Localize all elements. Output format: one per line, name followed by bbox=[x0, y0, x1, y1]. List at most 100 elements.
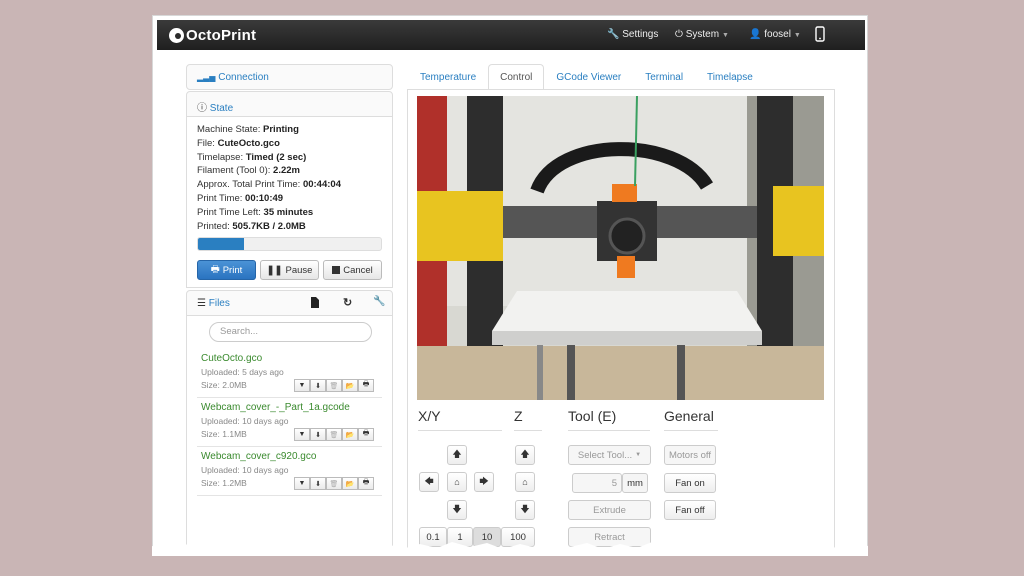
user-menu[interactable]: 👤 foosel ▼ bbox=[749, 29, 801, 40]
jog-x-minus-button[interactable]: 🡄 bbox=[419, 472, 439, 492]
arrow-down-icon: 🡇 bbox=[520, 504, 530, 514]
chevron-down-icon[interactable]: ▼ bbox=[294, 428, 310, 441]
trash-icon[interactable]: 🗑 bbox=[326, 379, 342, 392]
file-actions: ▼ ⬇ 🗑 📂 🖶 bbox=[294, 428, 374, 441]
z-title: Z bbox=[514, 408, 542, 431]
file-item[interactable]: Webcam_cover_-_Part_1a.gcode Uploaded: 1… bbox=[197, 398, 382, 447]
webcam-stream bbox=[417, 96, 824, 400]
new-folder-icon[interactable] bbox=[311, 297, 319, 311]
refresh-icon[interactable]: ↻ bbox=[343, 296, 352, 309]
octoprint-logo-icon bbox=[169, 28, 184, 43]
fan-on-button[interactable]: Fan on bbox=[664, 473, 716, 493]
download-icon[interactable]: ⬇ bbox=[310, 428, 326, 441]
files-panel-header: ☰ Files ↻ 🔧 bbox=[186, 290, 393, 316]
home-icon: ⌂ bbox=[454, 477, 460, 487]
fan-off-button[interactable]: Fan off bbox=[664, 500, 716, 520]
arrow-left-icon: 🡄 bbox=[424, 476, 434, 486]
home-icon: ⌂ bbox=[522, 477, 528, 487]
folder-open-icon[interactable]: 📂 bbox=[342, 428, 358, 441]
home-z-button[interactable]: ⌂ bbox=[515, 472, 535, 492]
xy-title: X/Y bbox=[418, 408, 502, 431]
info-icon: ⓘ bbox=[197, 103, 207, 114]
extrude-amount-input[interactable]: 5 bbox=[572, 473, 622, 493]
tab-gcode-viewer[interactable]: GCode Viewer bbox=[544, 64, 633, 90]
jog-z-minus-button[interactable]: 🡇 bbox=[515, 500, 535, 520]
motors-off-button[interactable]: Motors off bbox=[664, 445, 716, 465]
stop-icon bbox=[332, 266, 341, 274]
chevron-down-icon: ▼ bbox=[722, 32, 729, 39]
select-tool-dropdown[interactable]: Select Tool... ▼ bbox=[568, 445, 651, 465]
folder-open-icon[interactable]: 📂 bbox=[342, 477, 358, 490]
octoprint-window: OctoPrint 🔧 Settings ⏻ System ▼ 👤 foosel ▼… bbox=[152, 15, 868, 556]
file-uploaded: Uploaded: 10 days ago bbox=[201, 465, 289, 475]
chevron-down-icon: ▼ bbox=[793, 32, 801, 39]
control-panel: X/Y Z Tool (E) General 🡅 🡄 ⌂ 🡆 🡇 🡅 ⌂ 🡇 0… bbox=[407, 89, 835, 555]
file-item[interactable]: CuteOcto.gco Uploaded: 5 days ago Size: … bbox=[197, 349, 382, 398]
file-list: CuteOcto.gco Uploaded: 5 days ago Size: … bbox=[197, 349, 382, 496]
file-name[interactable]: Webcam_cover_-_Part_1a.gcode bbox=[201, 402, 382, 413]
pause-icon: ❚❚ bbox=[266, 264, 283, 276]
chevron-down-icon[interactable]: ▼ bbox=[294, 379, 310, 392]
tool-title: Tool (E) bbox=[568, 408, 650, 431]
state-line-machine: Machine State: Printing bbox=[197, 124, 299, 135]
trash-icon[interactable]: 🗑 bbox=[326, 477, 342, 490]
chevron-down-icon: ▼ bbox=[635, 452, 642, 458]
extrude-button[interactable]: Extrude bbox=[568, 500, 651, 520]
wrench-icon[interactable]: 🔧 bbox=[373, 296, 385, 307]
file-actions: ▼ ⬇ 🗑 📂 🖶 bbox=[294, 379, 374, 392]
trash-icon[interactable]: 🗑 bbox=[326, 428, 342, 441]
printer-icon[interactable]: 🖶 bbox=[358, 379, 374, 392]
jog-y-plus-button[interactable]: 🡅 bbox=[447, 445, 467, 465]
state-panel: Machine State: Printing File: CuteOcto.g… bbox=[186, 117, 393, 288]
tab-terminal[interactable]: Terminal bbox=[633, 64, 695, 90]
signal-icon: ▂▃▅ bbox=[197, 73, 216, 82]
power-icon: ⏻ bbox=[675, 29, 683, 40]
arrow-right-icon: 🡆 bbox=[479, 476, 489, 486]
tab-timelapse[interactable]: Timelapse bbox=[695, 64, 765, 90]
state-panel-header[interactable]: ⓘ State bbox=[186, 91, 393, 117]
file-name[interactable]: CuteOcto.gco bbox=[201, 353, 382, 364]
state-line-total-time: Approx. Total Print Time: 00:44:04 bbox=[197, 179, 341, 191]
file-search-input[interactable]: Search... bbox=[209, 322, 372, 342]
user-label: foosel bbox=[764, 29, 791, 40]
tab-control[interactable]: Control bbox=[488, 64, 545, 90]
print-controls: 🖶 Print ❚❚ Pause Cancel bbox=[197, 260, 382, 280]
state-line-time-left: Print Time Left: 35 minutes bbox=[197, 206, 314, 218]
jog-z-plus-button[interactable]: 🡅 bbox=[515, 445, 535, 465]
file-name[interactable]: Webcam_cover_c920.gco bbox=[201, 451, 382, 462]
system-menu[interactable]: ⏻ System ▼ bbox=[675, 29, 729, 40]
cancel-button[interactable]: Cancel bbox=[323, 260, 382, 280]
files-title: Files bbox=[208, 298, 230, 309]
main-tabs: Temperature Control GCode Viewer Termina… bbox=[408, 64, 765, 90]
download-icon[interactable]: ⬇ bbox=[310, 379, 326, 392]
wrench-icon: 🔧 bbox=[607, 29, 620, 40]
tab-temperature[interactable]: Temperature bbox=[408, 64, 488, 90]
file-actions: ▼ ⬇ 🗑 📂 🖶 bbox=[294, 477, 374, 490]
general-title: General bbox=[664, 408, 718, 431]
state-line-print-time: Print Time: 00:10:49 bbox=[197, 192, 284, 204]
jog-y-minus-button[interactable]: 🡇 bbox=[447, 500, 467, 520]
chevron-down-icon[interactable]: ▼ bbox=[294, 477, 310, 490]
home-xy-button[interactable]: ⌂ bbox=[447, 472, 467, 492]
printer-icon[interactable]: 🖶 bbox=[358, 428, 374, 441]
torn-edge bbox=[0, 542, 1024, 576]
print-button[interactable]: 🖶 Print bbox=[197, 260, 256, 280]
connection-panel-header[interactable]: ▂▃▅ Connection bbox=[186, 64, 393, 90]
connection-title: Connection bbox=[218, 72, 269, 83]
settings-menu[interactable]: 🔧 Settings bbox=[607, 29, 658, 40]
pause-button[interactable]: ❚❚ Pause bbox=[260, 260, 319, 280]
brand[interactable]: OctoPrint bbox=[186, 27, 256, 44]
printer-icon[interactable]: 🖶 bbox=[358, 477, 374, 490]
jog-x-plus-button[interactable]: 🡆 bbox=[474, 472, 494, 492]
files-panel: Search... CuteOcto.gco Uploaded: 5 days … bbox=[186, 316, 393, 555]
file-uploaded: Uploaded: 5 days ago bbox=[201, 367, 284, 377]
files-toggle[interactable]: ☰ Files bbox=[197, 298, 230, 309]
state-line-timelapse: Timelapse: Timed (2 sec) bbox=[197, 151, 307, 163]
state-line-file: File: CuteOcto.gco bbox=[197, 137, 280, 149]
download-icon[interactable]: ⬇ bbox=[310, 477, 326, 490]
folder-open-icon[interactable]: 📂 bbox=[342, 379, 358, 392]
state-line-filament: Filament (Tool 0): 2.22m bbox=[197, 165, 300, 177]
printer-icon: 🖶 bbox=[210, 264, 220, 275]
mobile-view-icon[interactable] bbox=[815, 26, 825, 45]
file-item[interactable]: Webcam_cover_c920.gco Uploaded: 10 days … bbox=[197, 447, 382, 496]
